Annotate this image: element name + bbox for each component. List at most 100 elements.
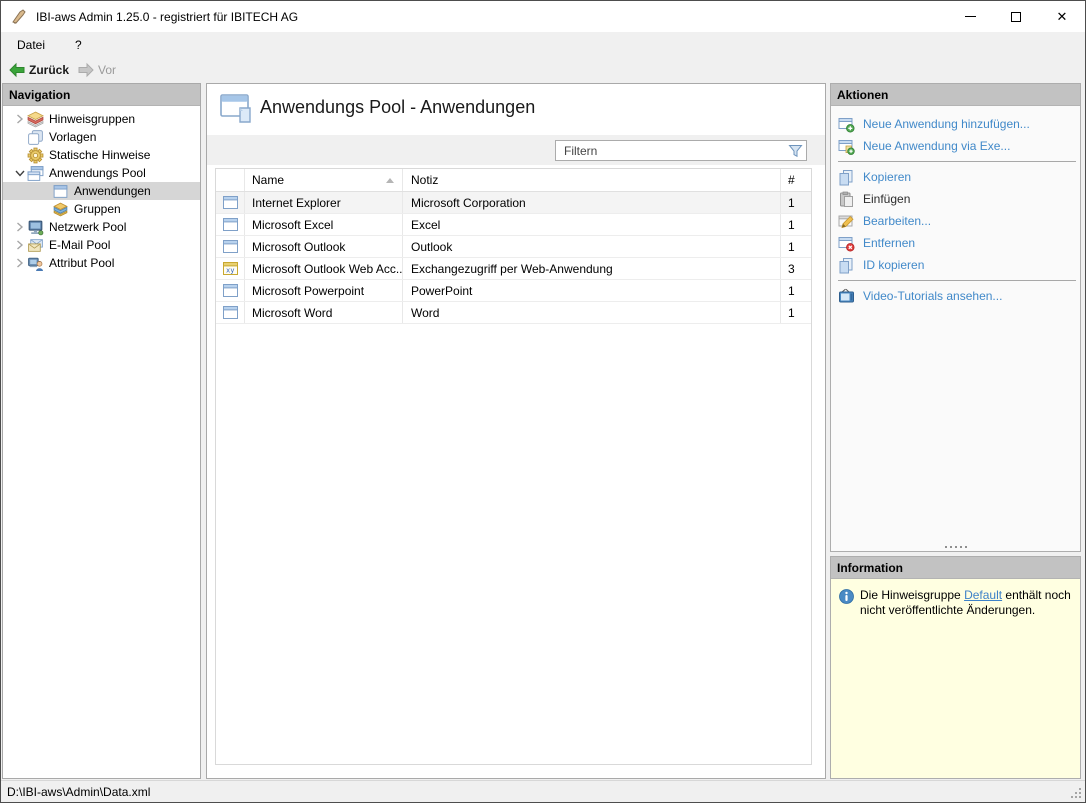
page-title: Anwendungs Pool - Anwendungen (260, 97, 536, 117)
nav-toolbar: Zurück Vor (1, 57, 1085, 83)
information-text: Die Hinweisgruppe Default enthält noch n… (860, 588, 1071, 617)
app-logo-icon (12, 8, 26, 24)
window-controls: ✕ (947, 1, 1085, 32)
table-row[interactable]: Microsoft Excel Excel 1 (216, 214, 811, 236)
back-label: Zurück (29, 63, 70, 77)
app-window: IBI-aws Admin 1.25.0 - registriert für I… (0, 0, 1086, 803)
action-new-application[interactable]: Neue Anwendung hinzufügen... (831, 113, 1080, 135)
information-header: Information (831, 557, 1080, 579)
chevron-right-icon[interactable] (13, 258, 27, 268)
nav-item-label: Attribut Pool (49, 256, 115, 270)
groups-icon (53, 202, 68, 216)
action-copy[interactable]: Kopieren (831, 166, 1080, 188)
default-group-link[interactable]: Default (964, 588, 1002, 602)
application-icon (53, 184, 68, 198)
menu-help[interactable]: ? (67, 35, 90, 55)
add-application-icon (838, 117, 855, 132)
window-title: IBI-aws Admin 1.25.0 - registriert für I… (36, 9, 299, 24)
nav-item-label: Anwendungen (74, 184, 151, 198)
video-tutorial-icon (839, 288, 854, 302)
panel-splitter-handle[interactable] (831, 546, 1080, 548)
filter-box (555, 140, 807, 161)
main-header: Anwendungs Pool - Anwendungen (207, 84, 825, 135)
templates-icon (28, 129, 43, 145)
action-paste[interactable]: Einfügen (831, 188, 1080, 210)
paste-icon (840, 191, 853, 207)
table-row[interactable]: Microsoft Outlook Outlook 1 (216, 236, 811, 258)
nav-item-label: Netzwerk Pool (49, 220, 127, 234)
nav-item-email-pool[interactable]: E-Mail Pool (3, 236, 200, 254)
column-header-notiz[interactable]: Notiz (403, 169, 781, 191)
action-remove[interactable]: Entfernen (831, 232, 1080, 254)
nav-item-hinweisgruppen[interactable]: Hinweisgruppen (3, 110, 200, 128)
copy-id-icon (839, 257, 853, 273)
nav-item-gruppen[interactable]: Gruppen (3, 200, 200, 218)
status-bar: D:\IBI-aws\Admin\Data.xml (1, 780, 1085, 802)
actions-separator (838, 280, 1076, 281)
applications-header-icon (220, 94, 251, 123)
chevron-right-icon[interactable] (13, 114, 27, 124)
table-row[interactable]: Microsoft Powerpoint PowerPoint 1 (216, 280, 811, 302)
nav-item-label: Statische Hinweise (49, 148, 151, 162)
chevron-right-icon[interactable] (13, 240, 27, 250)
nav-item-label: Vorlagen (49, 130, 97, 144)
nav-item-vorlagen[interactable]: Vorlagen (3, 128, 200, 146)
action-video-tutorials[interactable]: Video-Tutorials ansehen... (831, 285, 1080, 307)
svg-text:xy: xy (226, 267, 234, 275)
add-application-exe-icon (838, 139, 855, 155)
table-row[interactable]: Microsoft Word Word 1 (216, 302, 811, 324)
navigation-tree: Hinweisgruppen Vorlagen Statische Hinwei… (3, 106, 200, 272)
information-body: Die Hinweisgruppe Default enthält noch n… (831, 579, 1080, 778)
column-header-icon[interactable] (216, 169, 245, 191)
attribute-pool-icon (28, 257, 44, 271)
nav-item-anwendungs-pool[interactable]: Anwendungs Pool (3, 164, 200, 182)
window-icon (222, 306, 238, 319)
window-icon (222, 218, 238, 231)
nav-item-label: Hinweisgruppen (49, 112, 136, 126)
nav-item-statische-hinweise[interactable]: Statische Hinweise (3, 146, 200, 164)
nav-item-label: E-Mail Pool (49, 238, 111, 252)
close-button[interactable]: ✕ (1039, 1, 1085, 32)
table-row[interactable]: xy Microsoft Outlook Web Acc... Exchange… (216, 258, 811, 280)
app-pool-icon (27, 165, 44, 181)
filter-strip (207, 135, 825, 165)
actions-panel: Aktionen Neue Anwendung hinzufügen... Ne… (830, 83, 1081, 552)
column-header-count[interactable]: # (781, 169, 811, 191)
actions-separator (838, 161, 1076, 162)
column-header-name[interactable]: Name (245, 169, 403, 191)
filter-input[interactable] (556, 143, 784, 158)
minimize-button[interactable] (947, 1, 993, 32)
action-new-application-exe[interactable]: Neue Anwendung via Exe... (831, 135, 1080, 157)
chevron-right-icon[interactable] (13, 222, 27, 232)
navigation-header: Navigation (3, 84, 200, 106)
table-header-row: Name Notiz # (216, 169, 811, 192)
remove-icon (838, 236, 855, 251)
window-icon (222, 196, 238, 209)
forward-button[interactable]: Vor (78, 62, 116, 78)
resize-grip-icon[interactable] (1069, 786, 1082, 799)
right-column: Aktionen Neue Anwendung hinzufügen... Ne… (830, 83, 1081, 779)
copy-icon (839, 169, 853, 185)
nav-item-attribut-pool[interactable]: Attribut Pool (3, 254, 200, 272)
back-arrow-icon (9, 62, 25, 78)
window-icon (222, 284, 238, 297)
title-bar: IBI-aws Admin 1.25.0 - registriert für I… (1, 1, 1085, 32)
nav-item-netzwerk-pool[interactable]: Netzwerk Pool (3, 218, 200, 236)
static-notes-icon (27, 147, 44, 163)
filter-funnel-icon[interactable] (784, 144, 806, 158)
chevron-down-icon[interactable] (13, 169, 27, 177)
network-pool-icon (28, 220, 44, 235)
menu-bar: Datei ? (1, 32, 1085, 57)
edit-icon (838, 215, 854, 228)
info-icon (839, 589, 854, 604)
maximize-button[interactable] (993, 1, 1039, 32)
webapp-icon: xy (222, 262, 238, 275)
nav-item-anwendungen[interactable]: Anwendungen (3, 182, 200, 200)
back-button[interactable]: Zurück (9, 62, 69, 78)
forward-arrow-icon (78, 62, 94, 78)
action-edit[interactable]: Bearbeiten... (831, 210, 1080, 232)
menu-datei[interactable]: Datei (9, 35, 53, 55)
action-copy-id[interactable]: ID kopieren (831, 254, 1080, 276)
data-file-path: D:\IBI-aws\Admin\Data.xml (7, 784, 151, 799)
table-row[interactable]: Internet Explorer Microsoft Corporation … (216, 192, 811, 214)
